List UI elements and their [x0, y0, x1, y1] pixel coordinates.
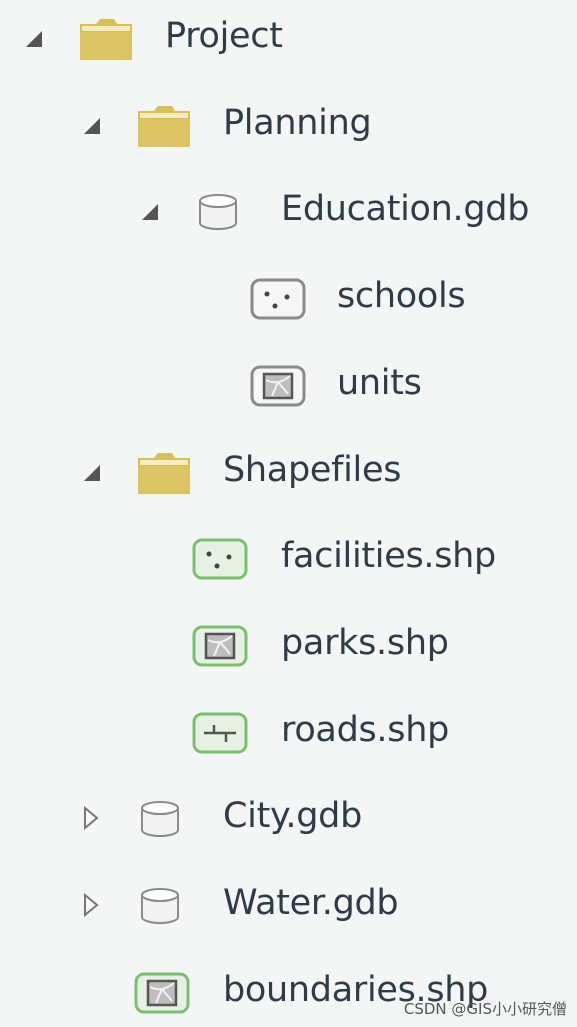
tree-item-label: Project — [165, 16, 283, 56]
point-shapefile-icon — [192, 536, 248, 582]
folder-icon — [136, 450, 192, 496]
geodatabase-icon — [196, 189, 240, 235]
collapsed-arrow-icon[interactable] — [78, 892, 104, 918]
tree-item[interactable]: units — [0, 355, 577, 415]
tree-item-label: Education.gdb — [281, 189, 530, 230]
line-shapefile-icon — [192, 710, 248, 756]
polygon-shapefile-icon — [192, 623, 248, 669]
folder-icon — [78, 16, 134, 62]
tree-item[interactable]: facilities.shp — [0, 528, 577, 588]
polygon-shapefile-icon — [134, 970, 190, 1016]
tree-item-label: units — [337, 362, 422, 403]
tree-item-label: Water.gdb — [223, 883, 399, 923]
tree-item[interactable]: Planning — [0, 95, 577, 155]
tree-item[interactable]: schools — [0, 268, 577, 328]
expanded-arrow-icon[interactable] — [20, 25, 46, 51]
expanded-arrow-icon[interactable] — [78, 112, 104, 138]
tree-item[interactable]: Shapefiles — [0, 442, 577, 502]
polygon-feature-class-icon — [250, 363, 306, 409]
tree-item-label: City.gdb — [223, 796, 362, 837]
tree-item[interactable]: Project — [0, 8, 577, 68]
expanded-arrow-icon[interactable] — [78, 459, 104, 485]
tree-item-label: Shapefiles — [223, 449, 402, 490]
tree-item[interactable]: roads.shp — [0, 702, 577, 762]
expanded-arrow-icon[interactable] — [136, 198, 162, 224]
tree-item[interactable]: parks.shp — [0, 615, 577, 675]
tree-item-label: parks.shp — [281, 622, 449, 663]
tree-item-label: facilities.shp — [281, 536, 496, 577]
geodatabase-icon — [138, 883, 182, 929]
geodatabase-icon — [138, 796, 182, 842]
folder-icon — [136, 103, 192, 149]
tree-item[interactable]: City.gdb — [0, 788, 577, 848]
tree-item[interactable]: Water.gdb — [0, 875, 577, 935]
tree-item-label: Planning — [223, 102, 372, 143]
watermark: CSDN @GIS小小研究僧 — [403, 1000, 567, 1018]
tree-item-label: schools — [337, 276, 466, 317]
tree-item-label: roads.shp — [281, 709, 449, 750]
point-feature-class-icon — [250, 276, 306, 322]
collapsed-arrow-icon[interactable] — [78, 805, 104, 831]
tree-item[interactable]: Education.gdb — [0, 181, 577, 241]
